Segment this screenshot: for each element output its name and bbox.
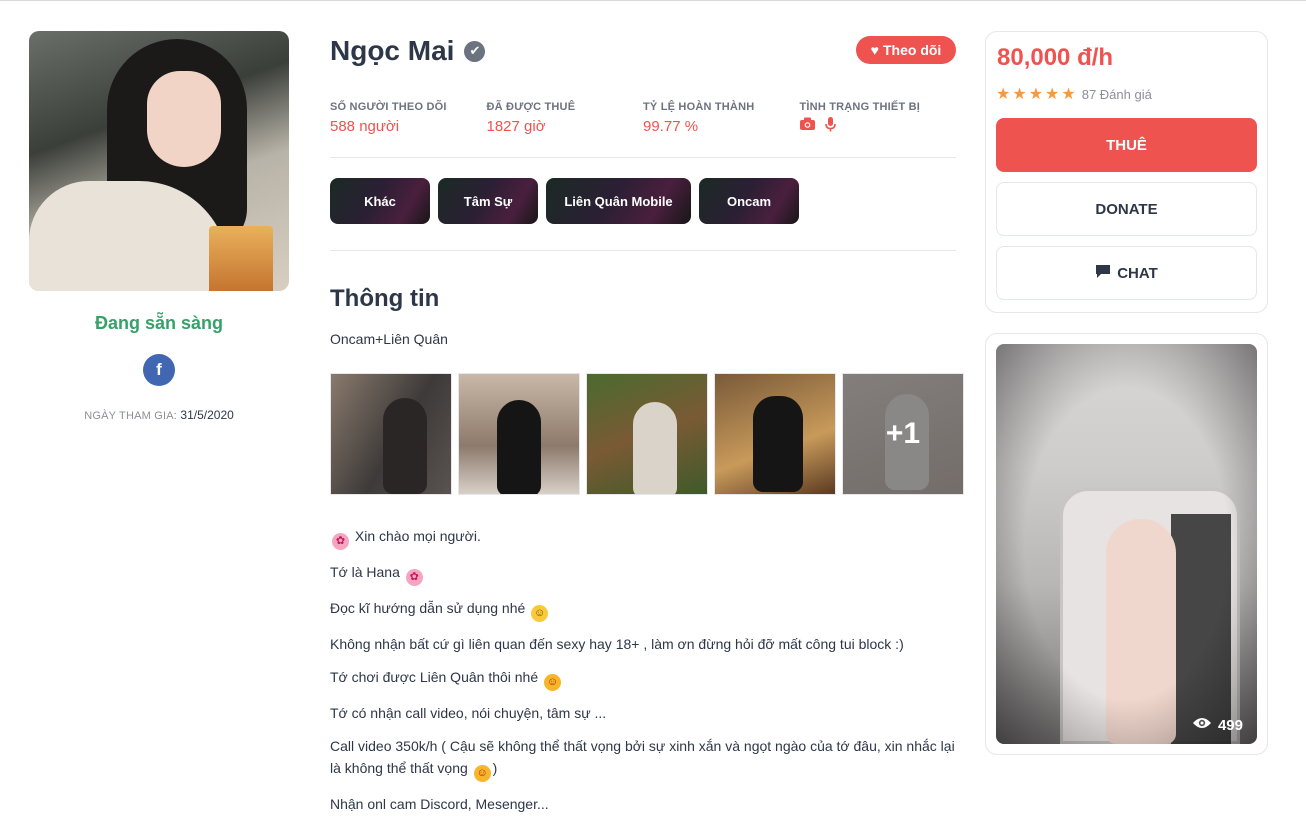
bio-line: Call video 350k/h ( Cậu sẽ không thể thấ… (330, 735, 966, 782)
gallery-photo-more[interactable]: +1 (842, 373, 964, 495)
follow-label: Theo dõi (882, 42, 942, 58)
microphone-icon (824, 117, 836, 135)
info-title: Thông tin (330, 285, 440, 312)
stat-value: 1827 giờ (486, 118, 546, 135)
top-border (0, 0, 1306, 1)
verified-icon: ✔ (464, 40, 486, 62)
star-icon: ★ (996, 86, 1011, 103)
view-count-value: 499 (1217, 716, 1243, 734)
info-short-description: Oncam+Liên Quân (330, 331, 448, 347)
bio-line: Tớ có nhận call video, nói chuyện, tâm s… (330, 705, 607, 721)
bio-line: Nhận onl cam Discord, Mesenger... (330, 796, 549, 812)
divider (330, 250, 956, 251)
bio-line: ✿ Xin chào mọi người. (330, 525, 966, 550)
heart-icon: ♥ (870, 42, 879, 58)
join-date-label: NGÀY THAM GIA: (84, 410, 178, 422)
flower-icon: ✿ (332, 533, 349, 550)
facebook-icon[interactable]: f (143, 354, 175, 386)
donate-button[interactable]: DONATE (996, 182, 1257, 236)
stat-label: ĐÃ ĐƯỢC THUÊ (486, 101, 576, 113)
gallery-more-count: +1 (843, 374, 963, 494)
stat-followers: SỐ NGƯỜI THEO DÕI 588 người (330, 101, 487, 135)
camera-icon (799, 117, 815, 135)
bio-line: Không nhận bất cứ gì liên quan đến sexy … (330, 636, 904, 652)
gallery-photo[interactable] (714, 373, 836, 495)
stat-completion: TỶ LỆ HOÀN THÀNH 99.77 % (643, 101, 800, 135)
gallery-photo[interactable] (330, 373, 452, 495)
follow-button[interactable]: ♥ Theo dõi (856, 36, 956, 64)
rating-row: ★ ★ ★ ★ ★ 87 Đánh giá (996, 84, 1257, 104)
bio-text: ✿ Xin chào mọi người. Tớ là Hana ✿ Đọc k… (330, 525, 966, 815)
profile-name: Ngọc Mai (330, 35, 455, 66)
hire-label: THUÊ (1106, 136, 1147, 154)
tag-khac[interactable]: Khác (330, 178, 430, 224)
pricing-card: 80,000 đ/h ★ ★ ★ ★ ★ 87 Đánh giá THUÊ DO… (985, 31, 1268, 313)
gallery-photo[interactable] (458, 373, 580, 495)
chat-label: CHAT (1117, 264, 1158, 282)
stat-label: SỐ NGƯỜI THEO DÕI (330, 101, 447, 113)
stat-value: 99.77 % (643, 118, 699, 135)
star-icon: ★ (1061, 86, 1076, 103)
avatar[interactable] (29, 31, 289, 291)
tag-lien-quan-mobile[interactable]: Liên Quân Mobile (546, 178, 691, 224)
hire-button[interactable]: THUÊ (996, 118, 1257, 172)
stat-label: TÌNH TRẠNG THIẾT BỊ (799, 101, 921, 113)
featured-media[interactable]: 499 (996, 344, 1257, 744)
stat-hired: ĐÃ ĐƯỢC THUÊ 1827 giờ (487, 101, 644, 135)
join-date-value: 31/5/2020 (180, 408, 234, 422)
availability-status: Đang sẵn sàng (94, 313, 224, 333)
stat-label: TỶ LỆ HOÀN THÀNH (643, 101, 755, 113)
stat-devices: TÌNH TRẠNG THIẾT BỊ (799, 101, 957, 135)
tag-oncam[interactable]: Oncam (699, 178, 799, 224)
rating-count: 87 Đánh giá (1081, 86, 1152, 102)
gallery-photo[interactable] (586, 373, 708, 495)
device-icons (799, 117, 957, 135)
chat-icon (1095, 263, 1111, 283)
smile-icon: ☺ (531, 605, 549, 622)
star-icon: ★ (1045, 86, 1060, 103)
join-date: NGÀY THAM GIA: 31/5/2020 (29, 408, 289, 422)
flower-icon: ✿ (405, 569, 423, 586)
tongue-face-icon: ☺ (544, 674, 562, 691)
tongue-face-icon: ☺ (473, 765, 491, 782)
divider (330, 157, 956, 158)
profile-sidebar: Đang sẵn sàng f NGÀY THAM GIA: 31/5/2020 (29, 31, 289, 422)
tag-tam-su[interactable]: Tâm Sự (438, 178, 538, 224)
category-tags: Khác Tâm Sự Liên Quân Mobile Oncam (330, 178, 966, 224)
chat-button[interactable]: CHAT (996, 246, 1257, 300)
bio-line: Tớ là Hana ✿ (330, 561, 966, 586)
stats-row: SỐ NGƯỜI THEO DÕI 588 người ĐÃ ĐƯỢC THUÊ… (330, 101, 956, 135)
profile-main: Ngọc Mai ✔ ♥ Theo dõi SỐ NGƯỜI THEO DÕI … (330, 31, 966, 826)
donate-label: DONATE (1095, 200, 1158, 218)
star-icon: ★ (1012, 86, 1027, 103)
stat-value: 588 người (330, 118, 400, 135)
view-count: 499 (1192, 716, 1243, 734)
star-icon: ★ (1028, 86, 1044, 103)
bio-line: Tớ chơi được Liên Quân thôi nhé ☺ (330, 666, 966, 691)
media-card: 499 (985, 333, 1268, 755)
hourly-price: 80,000 đ/h (997, 44, 1114, 71)
photo-gallery: +1 (330, 373, 966, 495)
eye-icon (1192, 716, 1212, 734)
bio-line: Đọc kĩ hướng dẫn sử dụng nhé ☺ (330, 597, 966, 622)
